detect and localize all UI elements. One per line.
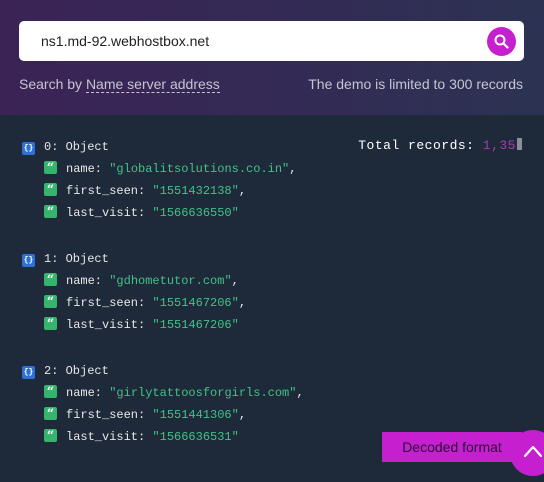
- string-quote-icon: “: [44, 273, 57, 288]
- string-quote-icon: “: [44, 317, 57, 332]
- record-label: 2: Object: [44, 364, 109, 378]
- field-value: "gdhometutor.com": [109, 274, 232, 288]
- record-field: “ first_seen: "1551441306",: [44, 407, 246, 423]
- string-quote-icon: “: [44, 429, 57, 444]
- search-header: Search by Name server address The demo i…: [0, 0, 544, 115]
- record-field: “ first_seen: "1551432138",: [44, 183, 246, 199]
- field-value: "1551467206": [152, 296, 239, 310]
- record-field: “ last_visit: "1566636550": [44, 205, 239, 221]
- string-quote-icon: “: [44, 407, 57, 422]
- results-panel: Total records: 1,35 {} 0: Object “ name: "…: [0, 115, 544, 482]
- string-quote-icon: “: [44, 205, 57, 220]
- field-comma: ,: [238, 408, 247, 422]
- field-key: first_seen:: [66, 296, 146, 310]
- record-header[interactable]: {} 2: Object: [22, 363, 109, 379]
- field-value: "1566636550": [152, 206, 239, 220]
- record-label: 0: Object: [44, 140, 109, 154]
- text-cursor: [517, 138, 522, 150]
- field-key: name:: [66, 386, 103, 400]
- search-input[interactable]: [41, 21, 481, 61]
- total-records-label: Total records:: [358, 138, 483, 153]
- demo-limit-note: The demo is limited to 300 records: [308, 76, 523, 92]
- field-key: name:: [66, 274, 103, 288]
- field-key: last_visit:: [66, 206, 146, 220]
- field-value: "1551467206": [152, 318, 239, 332]
- decoded-format-button[interactable]: Decoded format: [382, 432, 522, 462]
- object-icon: {}: [22, 366, 35, 379]
- search-button[interactable]: [487, 27, 516, 56]
- string-quote-icon: “: [44, 183, 57, 198]
- search-icon: [494, 34, 509, 49]
- field-key: first_seen:: [66, 184, 146, 198]
- field-value: "1551441306": [152, 408, 239, 422]
- field-value: "1551432138": [152, 184, 239, 198]
- total-records: Total records: 1,35: [358, 138, 522, 153]
- field-comma: ,: [289, 162, 297, 176]
- record-header[interactable]: {} 1: Object: [22, 251, 109, 267]
- record-label: 1: Object: [44, 252, 109, 266]
- record-header[interactable]: {} 0: Object: [22, 139, 109, 155]
- field-comma: ,: [231, 274, 239, 288]
- object-icon: {}: [22, 254, 35, 267]
- field-key: first_seen:: [66, 408, 146, 422]
- object-icon: {}: [22, 142, 35, 155]
- search-by-link[interactable]: Name server address: [85, 76, 220, 93]
- record-field: “ last_visit: "1566636531": [44, 429, 239, 445]
- field-key: last_visit:: [66, 318, 146, 332]
- string-quote-icon: “: [44, 161, 57, 176]
- record-field: “ name: "girlytattoosforgirls.com",: [44, 385, 304, 401]
- record-field: “ name: "gdhometutor.com",: [44, 273, 239, 289]
- chevron-up-icon: [523, 445, 543, 458]
- field-key: name:: [66, 162, 103, 176]
- total-records-value: 1,35: [482, 138, 516, 153]
- search-by-prefix: Search by: [19, 76, 86, 92]
- search-by-text: Search by Name server address: [19, 76, 220, 93]
- field-comma: ,: [296, 386, 304, 400]
- field-comma: ,: [238, 296, 247, 310]
- record-field: “ last_visit: "1551467206": [44, 317, 239, 333]
- field-value: "girlytattoosforgirls.com": [109, 386, 297, 400]
- search-box: [19, 21, 524, 61]
- field-value: "globalitsolutions.co.in": [109, 162, 290, 176]
- field-key: last_visit:: [66, 430, 146, 444]
- field-comma: ,: [238, 184, 247, 198]
- string-quote-icon: “: [44, 385, 57, 400]
- record-field: “ first_seen: "1551467206",: [44, 295, 246, 311]
- field-value: "1566636531": [152, 430, 239, 444]
- string-quote-icon: “: [44, 295, 57, 310]
- record-field: “ name: "globalitsolutions.co.in",: [44, 161, 296, 177]
